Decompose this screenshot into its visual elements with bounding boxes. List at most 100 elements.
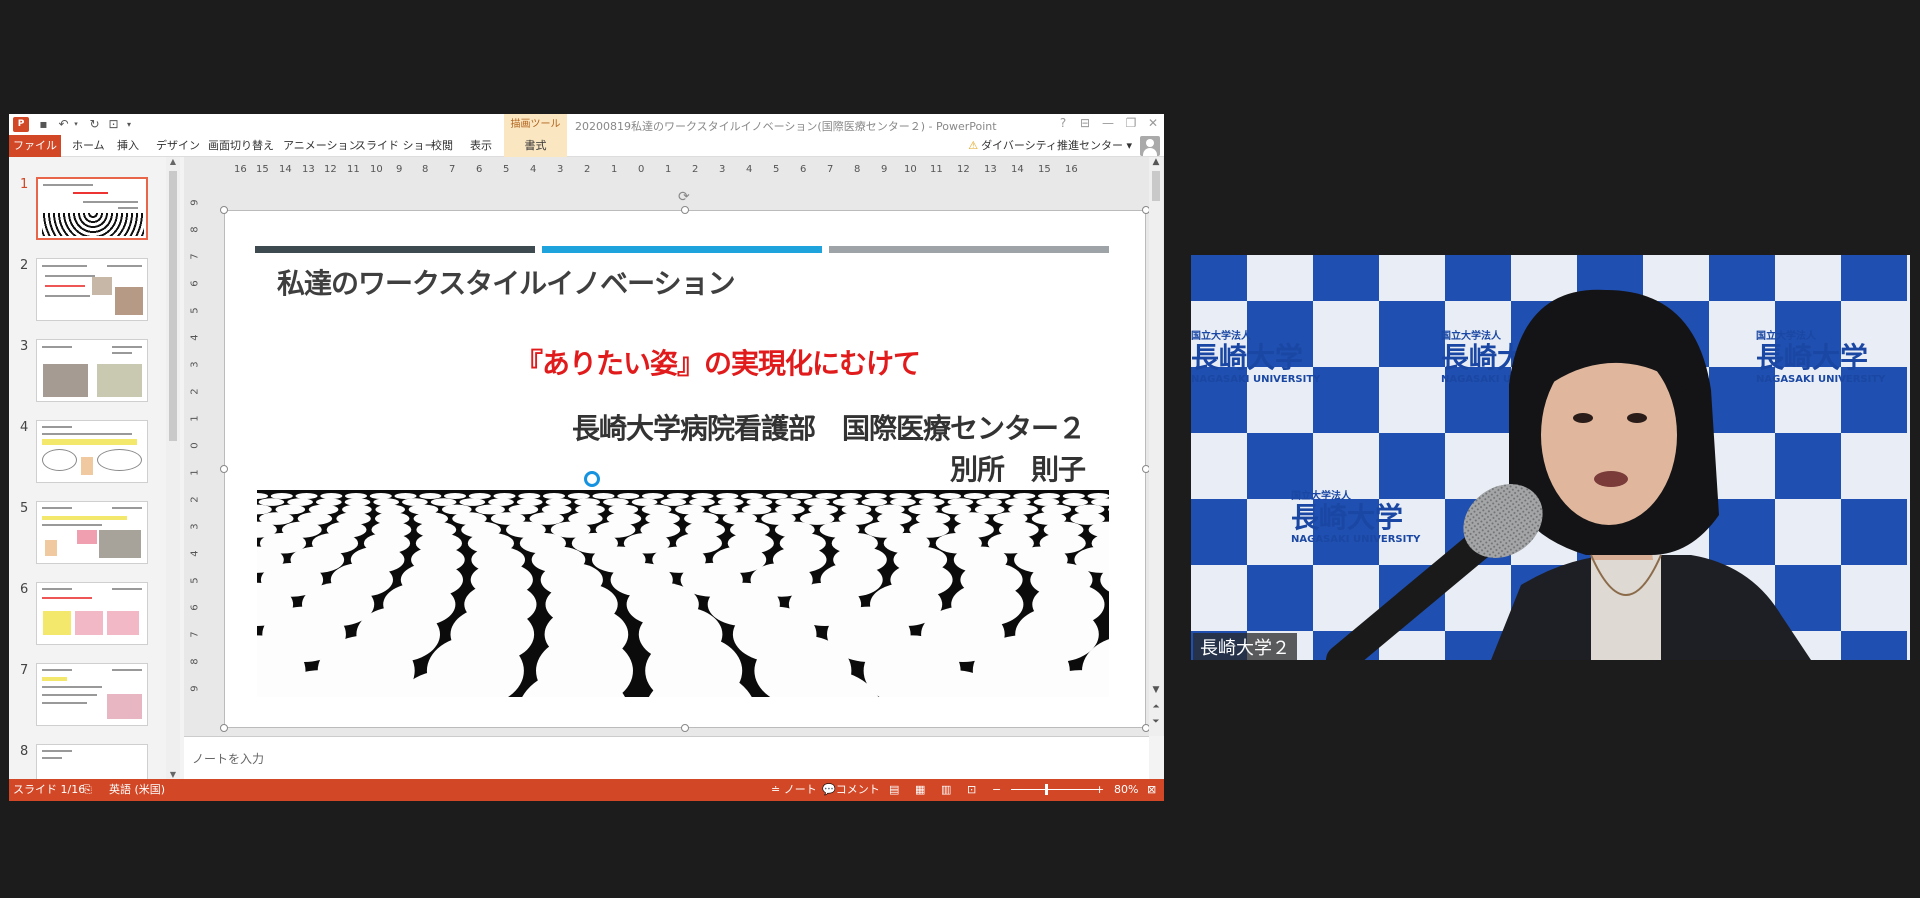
tab-format[interactable]: 書式 [504,135,567,157]
tab-design[interactable]: デザイン [156,135,200,157]
zoom-out-icon[interactable]: − [992,779,1001,801]
account-name: ダイバーシティ推進センター [981,139,1123,152]
powerpoint-app-icon: P [13,117,29,132]
thumbnail-number: 5 [20,501,29,516]
zoom-slider-knob[interactable] [1045,784,1048,795]
close-icon[interactable]: ✕ [1144,116,1162,130]
comments-toggle-button[interactable]: 💬コメント [822,779,880,801]
thumbnail-number: 7 [20,663,29,678]
tab-animations[interactable]: アニメーション [283,135,360,157]
editing-vertical-scrollbar[interactable]: ▲ ▼ ⏶ ⏷ [1149,157,1163,736]
thumbnail-1[interactable]: 1 [9,177,174,245]
thumbnail-slide[interactable] [36,501,148,564]
slide-canvas[interactable]: 私達のワークスタイルイノベーション 『ありたい姿』の実現化にむけて 長崎大学病院… [224,210,1146,728]
tab-view[interactable]: 表示 [470,135,492,157]
start-slideshow-icon[interactable]: ⊡ [106,117,121,132]
fit-to-window-icon[interactable]: ⊠ [1147,779,1156,801]
thumbnail-slide[interactable] [36,582,148,645]
document-title: 20200819私達のワークスタイルイノベーション(国際医療センター２) - P… [575,120,997,133]
scrollbar-thumb[interactable] [169,171,177,441]
tab-transitions[interactable]: 画面切り替え [208,135,274,157]
vertical-ruler: 9876543210123456789 [189,199,201,692]
slide-presenter-name[interactable]: 別所 則子 [950,448,1086,488]
language-status[interactable]: 英語 (米国) [109,779,165,801]
tab-insert[interactable]: 挿入 [117,135,139,157]
thumbnail-6[interactable]: 6 [9,582,174,650]
comments-toggle-label: コメント [835,783,880,796]
selection-handle[interactable] [681,206,689,214]
scrollbar-thumb[interactable] [1152,171,1160,201]
spelling-icon[interactable]: ⎘ [83,779,92,801]
thumbnails-scrollbar[interactable]: ▲ ▼ [166,157,180,779]
reading-view-icon[interactable]: ▥ [941,779,951,801]
notes-placeholder[interactable]: ノートを入力 [192,750,264,767]
slide-sorter-icon[interactable]: ▦ [915,779,925,801]
thumbnail-slide[interactable] [36,663,148,726]
scroll-down-icon[interactable]: ▼ [1149,685,1163,695]
thumbnail-5[interactable]: 5 [9,501,174,569]
thumbnail-slide[interactable] [36,177,148,240]
thumbnail-slide[interactable] [36,258,148,321]
warning-icon: ⚠ [968,139,979,152]
zoom-level[interactable]: 80% [1114,779,1138,801]
notes-toggle-button[interactable]: ≐ ノート [771,779,817,801]
account-menu[interactable]: ⚠ ダイバーシティ推進センター ▾ [968,135,1132,157]
restore-icon[interactable]: ❐ [1122,116,1140,130]
normal-view-icon[interactable]: ▤ [889,779,899,801]
participant-video[interactable]: 国立大学法人 長崎大学 NAGASAKI UNIVERSITY 国立大学法人 長… [1191,255,1910,660]
previous-slide-icon[interactable]: ⏶ [1149,702,1163,712]
user-avatar[interactable] [1140,136,1160,156]
tab-home[interactable]: ホーム [72,135,105,157]
thumbnail-slide[interactable] [36,420,148,483]
undo-icon[interactable]: ↶ [56,117,71,132]
slideshow-view-icon[interactable]: ⊡ [967,779,976,801]
thumbnail-slide[interactable] [36,744,148,779]
thumbnail-4[interactable]: 4 [9,420,174,488]
tab-slideshow[interactable]: スライド ショー [355,135,436,157]
horizontal-ruler: 16 15 14 13 12 11 10 9 8 7 6 5 4 3 2 1 0 1 2 3 4 5 6 7 8 9 10 11 12 1… [234,164,1078,175]
slide-title[interactable]: 私達のワークスタイルイノベーション [277,262,736,302]
thumbnail-number: 1 [20,177,29,192]
thumbnail-8[interactable]: 8 [9,744,174,779]
drawing-tools-context-label: 描画ツール [504,114,567,135]
thumbnail-number: 2 [20,258,29,273]
help-icon[interactable]: ? [1054,116,1072,130]
powerpoint-window: P ▪ ↶ ▾ ↻ ⊡ ▾ 描画ツール 20200819私達のワークスタイルイノ… [9,114,1164,801]
title-bar-right [829,246,1109,253]
tab-file[interactable]: ファイル [9,135,61,157]
thumbnail-slide[interactable] [36,339,148,402]
ribbon-display-options-icon[interactable]: ⊟ [1076,116,1094,130]
notes-pane[interactable]: ノートを入力 [184,736,1149,779]
discs-graphic [257,493,1109,697]
slide-organization[interactable]: 長崎大学病院看護部 国際医療センター２ [572,407,1086,447]
speaker-figure [1326,289,1811,660]
slide-picture-white-discs[interactable] [257,490,1109,697]
scroll-up-icon[interactable]: ▲ [1149,157,1163,167]
minimize-icon[interactable]: — [1099,116,1117,130]
selection-handle[interactable] [220,206,228,214]
customize-quick-access-icon[interactable]: ▾ [124,117,134,132]
thumbnail-3[interactable]: 3 [9,339,174,407]
redo-icon[interactable]: ↻ [87,117,102,132]
slide-editing-area: 16 15 14 13 12 11 10 9 8 7 6 5 4 3 2 1 0 1 2 3 4 5 6 7 8 9 10 11 12 1… [184,157,1164,736]
title-bar-left [255,246,535,253]
zoom-in-icon[interactable]: + [1095,779,1104,801]
selection-handle[interactable] [220,724,228,732]
thumbnail-number: 4 [20,420,29,435]
zoom-slider[interactable] [1011,789,1101,790]
ribbon-tabs: ファイル ホーム 挿入 デザイン 画面切り替え アニメーション スライド ショー… [9,135,1164,157]
undo-dropdown-icon[interactable]: ▾ [72,117,80,132]
tab-review[interactable]: 校閲 [431,135,453,157]
thumbnail-number: 8 [20,744,29,759]
slide-subtitle[interactable]: 『ありたい姿』の実現化にむけて [515,342,921,382]
scroll-up-icon[interactable]: ▲ [166,157,180,166]
selection-handle[interactable] [681,724,689,732]
thumbnail-7[interactable]: 7 [9,663,174,731]
scroll-down-icon[interactable]: ▼ [166,770,180,779]
save-icon[interactable]: ▪ [36,117,51,132]
next-slide-icon[interactable]: ⏷ [1149,717,1163,727]
slide-counter: スライド 1/16 [13,783,86,796]
rotate-handle-icon[interactable]: ⟳ [678,189,690,205]
selection-handle[interactable] [220,465,228,473]
thumbnail-2[interactable]: 2 [9,258,174,326]
